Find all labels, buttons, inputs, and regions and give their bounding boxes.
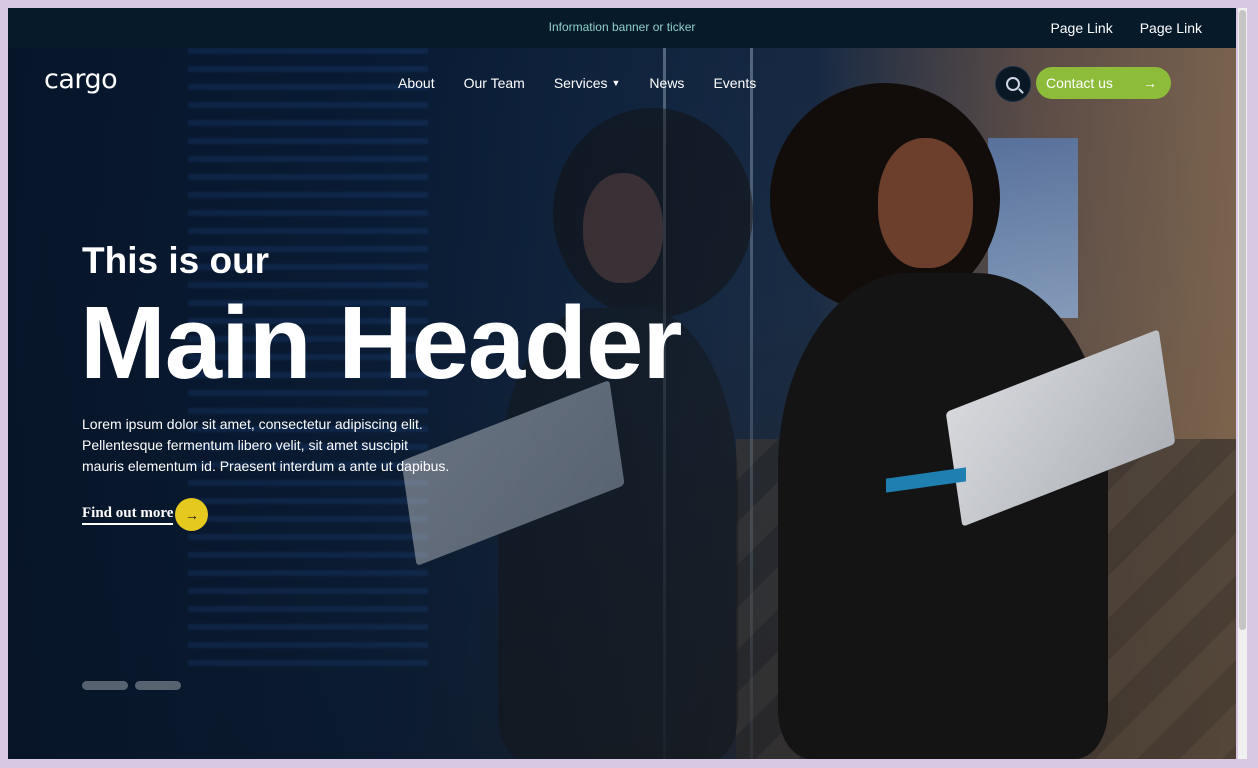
nav-item-our-team[interactable]: Our Team (464, 75, 525, 91)
nav-item-label: Events (713, 75, 757, 91)
arrow-right-icon: → (1143, 75, 1157, 91)
nav-item-services[interactable]: Services ▼ (554, 75, 621, 91)
main-nav: About Our Team Services ▼ News Events (398, 75, 756, 91)
nav-item-label: About (398, 75, 435, 91)
search-button[interactable] (995, 66, 1031, 102)
cargo-logo[interactable]: cargo (44, 64, 118, 95)
find-out-more-link[interactable]: Find out more → (82, 498, 209, 531)
browser-viewport: Information banner or ticker Page Link P… (8, 8, 1236, 759)
scrollbar-thumb[interactable] (1239, 10, 1246, 630)
hero-lede: Lorem ipsum dolor sit amet, consectetur … (82, 416, 450, 474)
page-scrollbar[interactable] (1238, 8, 1247, 759)
slider-pagination (82, 681, 181, 690)
nav-item-label: Our Team (463, 75, 525, 91)
hero-kicker: This is our (82, 240, 270, 281)
contact-label: Contact us (1046, 75, 1113, 91)
hero-title: Main Header (80, 285, 682, 400)
cta-label: Find out more (82, 505, 174, 525)
caret-down-icon: ▼ (611, 78, 621, 88)
page-link[interactable]: Page Link (1140, 20, 1202, 36)
contact-us-button[interactable]: Contact us → (1036, 67, 1171, 99)
search-icon (1006, 77, 1020, 91)
arrow-right-icon: → (175, 498, 209, 531)
top-page-links: Page Link Page Link (1050, 20, 1202, 36)
nav-item-news[interactable]: News (649, 75, 684, 91)
nav-item-about[interactable]: About (398, 75, 435, 91)
info-topbar: Information banner or ticker Page Link P… (8, 8, 1236, 48)
glass-edge (750, 48, 753, 759)
nav-item-label: Services (553, 75, 608, 91)
page-link[interactable]: Page Link (1050, 20, 1112, 36)
slide-dot[interactable] (82, 681, 128, 690)
slide-dot[interactable] (135, 681, 181, 690)
nav-item-label: News (649, 75, 685, 91)
nav-item-events[interactable]: Events (713, 75, 756, 91)
